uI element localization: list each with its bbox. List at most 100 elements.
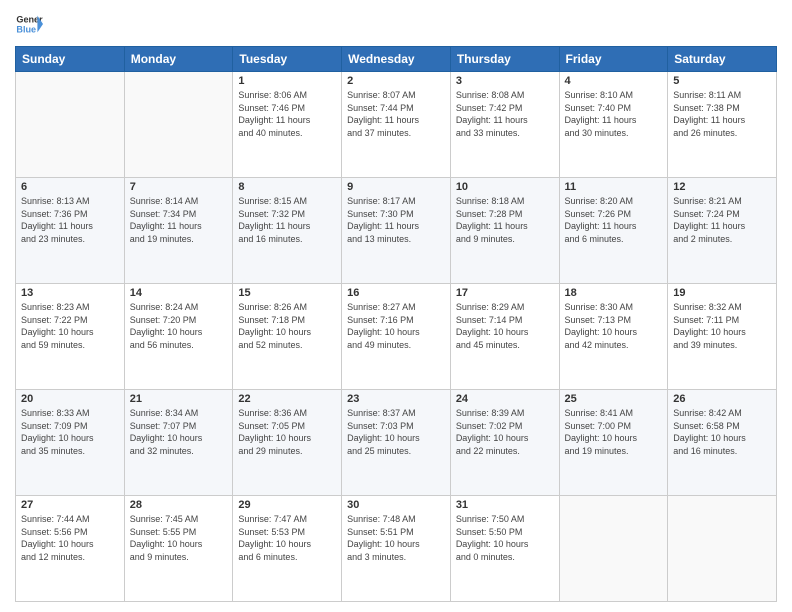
header-day-sunday: Sunday: [16, 47, 125, 72]
day-number: 30: [347, 499, 445, 511]
calendar-cell: 18 Sunrise: 8:30 AM Sunset: 7:13 PM Dayli…: [559, 284, 668, 390]
calendar-cell: [16, 72, 125, 178]
day-info: Sunrise: 8:07 AM Sunset: 7:44 PM Dayligh…: [347, 89, 445, 139]
day-info: Sunrise: 8:17 AM Sunset: 7:30 PM Dayligh…: [347, 195, 445, 245]
day-info: Sunrise: 8:33 AM Sunset: 7:09 PM Dayligh…: [21, 407, 119, 457]
header-day-friday: Friday: [559, 47, 668, 72]
header-day-wednesday: Wednesday: [342, 47, 451, 72]
calendar-cell: 8 Sunrise: 8:15 AM Sunset: 7:32 PM Daylig…: [233, 178, 342, 284]
calendar-cell: 27 Sunrise: 7:44 AM Sunset: 5:56 PM Dayli…: [16, 496, 125, 602]
day-number: 14: [130, 287, 228, 299]
day-number: 24: [456, 393, 554, 405]
day-number: 25: [565, 393, 663, 405]
calendar-cell: [668, 496, 777, 602]
day-number: 19: [673, 287, 771, 299]
calendar-cell: 21 Sunrise: 8:34 AM Sunset: 7:07 PM Dayli…: [124, 390, 233, 496]
calendar-cell: 22Sunrise: 8:36 AM Sunset: 7:05 PM Dayli…: [233, 390, 342, 496]
day-number: 6: [21, 181, 119, 193]
day-number: 22: [238, 393, 336, 405]
calendar-cell: [124, 72, 233, 178]
day-info: Sunrise: 8:08 AM Sunset: 7:42 PM Dayligh…: [456, 89, 554, 139]
day-info: Sunrise: 8:15 AM Sunset: 7:32 PM Dayligh…: [238, 195, 336, 245]
day-number: 9: [347, 181, 445, 193]
day-number: 4: [565, 75, 663, 87]
day-info: Sunrise: 8:29 AM Sunset: 7:14 PM Dayligh…: [456, 301, 554, 351]
day-number: 12: [673, 181, 771, 193]
day-number: 15: [238, 287, 336, 299]
calendar-cell: 20 Sunrise: 8:33 AM Sunset: 7:09 PM Dayli…: [16, 390, 125, 496]
logo: General Blue: [15, 10, 43, 38]
day-number: 11: [565, 181, 663, 193]
day-number: 3: [456, 75, 554, 87]
calendar-cell: 6 Sunrise: 8:13 AM Sunset: 7:36 PM Daylig…: [16, 178, 125, 284]
calendar-cell: 28 Sunrise: 7:45 AM Sunset: 5:55 PM Dayli…: [124, 496, 233, 602]
calendar-cell: 13 Sunrise: 8:23 AM Sunset: 7:22 PM Dayli…: [16, 284, 125, 390]
day-info: Sunrise: 8:13 AM Sunset: 7:36 PM Dayligh…: [21, 195, 119, 245]
day-info: Sunrise: 8:30 AM Sunset: 7:13 PM Dayligh…: [565, 301, 663, 351]
calendar-cell: 26 Sunrise: 8:42 AM Sunset: 6:58 PM Dayli…: [668, 390, 777, 496]
day-number: 10: [456, 181, 554, 193]
calendar-cell: 14 Sunrise: 8:24 AM Sunset: 7:20 PM Dayli…: [124, 284, 233, 390]
day-info: Sunrise: 8:34 AM Sunset: 7:07 PM Dayligh…: [130, 407, 228, 457]
day-number: 16: [347, 287, 445, 299]
day-info: Sunrise: 8:20 AM Sunset: 7:26 PM Dayligh…: [565, 195, 663, 245]
day-info: Sunrise: 8:23 AM Sunset: 7:22 PM Dayligh…: [21, 301, 119, 351]
day-number: 1: [238, 75, 336, 87]
calendar-cell: 16 Sunrise: 8:27 AM Sunset: 7:16 PM Dayli…: [342, 284, 451, 390]
calendar-cell: 31Sunrise: 7:50 AM Sunset: 5:50 PM Dayli…: [450, 496, 559, 602]
calendar-cell: 10 Sunrise: 8:18 AM Sunset: 7:28 PM Dayli…: [450, 178, 559, 284]
day-info: Sunrise: 8:21 AM Sunset: 7:24 PM Dayligh…: [673, 195, 771, 245]
calendar-cell: 5 Sunrise: 8:11 AM Sunset: 7:38 PM Daylig…: [668, 72, 777, 178]
svg-text:Blue: Blue: [16, 24, 36, 34]
day-info: Sunrise: 8:27 AM Sunset: 7:16 PM Dayligh…: [347, 301, 445, 351]
calendar-cell: 2 Sunrise: 8:07 AM Sunset: 7:44 PM Daylig…: [342, 72, 451, 178]
day-number: 27: [21, 499, 119, 511]
calendar-cell: 15 Sunrise: 8:26 AM Sunset: 7:18 PM Dayli…: [233, 284, 342, 390]
day-number: 8: [238, 181, 336, 193]
header-day-saturday: Saturday: [668, 47, 777, 72]
day-number: 26: [673, 393, 771, 405]
day-info: Sunrise: 7:45 AM Sunset: 5:55 PM Dayligh…: [130, 513, 228, 563]
calendar-cell: 30Sunrise: 7:48 AM Sunset: 5:51 PM Dayli…: [342, 496, 451, 602]
calendar-cell: 4 Sunrise: 8:10 AM Sunset: 7:40 PM Daylig…: [559, 72, 668, 178]
header-day-thursday: Thursday: [450, 47, 559, 72]
day-info: Sunrise: 8:39 AM Sunset: 7:02 PM Dayligh…: [456, 407, 554, 457]
calendar-cell: 17 Sunrise: 8:29 AM Sunset: 7:14 PM Dayli…: [450, 284, 559, 390]
day-info: Sunrise: 8:11 AM Sunset: 7:38 PM Dayligh…: [673, 89, 771, 139]
day-info: Sunrise: 8:32 AM Sunset: 7:11 PM Dayligh…: [673, 301, 771, 351]
day-number: 20: [21, 393, 119, 405]
day-number: 13: [21, 287, 119, 299]
day-info: Sunrise: 8:10 AM Sunset: 7:40 PM Dayligh…: [565, 89, 663, 139]
day-info: Sunrise: 8:26 AM Sunset: 7:18 PM Dayligh…: [238, 301, 336, 351]
day-info: Sunrise: 7:50 AM Sunset: 5:50 PM Dayligh…: [456, 513, 554, 563]
day-number: 17: [456, 287, 554, 299]
day-number: 18: [565, 287, 663, 299]
calendar: SundayMondayTuesdayWednesdayThursdayFrid…: [15, 46, 777, 602]
day-info: Sunrise: 8:42 AM Sunset: 6:58 PM Dayligh…: [673, 407, 771, 457]
day-info: Sunrise: 7:47 AM Sunset: 5:53 PM Dayligh…: [238, 513, 336, 563]
calendar-cell: 7 Sunrise: 8:14 AM Sunset: 7:34 PM Daylig…: [124, 178, 233, 284]
day-info: Sunrise: 8:41 AM Sunset: 7:00 PM Dayligh…: [565, 407, 663, 457]
calendar-cell: 12 Sunrise: 8:21 AM Sunset: 7:24 PM Dayli…: [668, 178, 777, 284]
day-info: Sunrise: 7:44 AM Sunset: 5:56 PM Dayligh…: [21, 513, 119, 563]
day-info: Sunrise: 8:37 AM Sunset: 7:03 PM Dayligh…: [347, 407, 445, 457]
day-number: 21: [130, 393, 228, 405]
day-info: Sunrise: 8:14 AM Sunset: 7:34 PM Dayligh…: [130, 195, 228, 245]
day-number: 7: [130, 181, 228, 193]
day-number: 2: [347, 75, 445, 87]
calendar-cell: 24 Sunrise: 8:39 AM Sunset: 7:02 PM Dayli…: [450, 390, 559, 496]
calendar-cell: 11 Sunrise: 8:20 AM Sunset: 7:26 PM Dayli…: [559, 178, 668, 284]
header-day-monday: Monday: [124, 47, 233, 72]
calendar-cell: [559, 496, 668, 602]
day-info: Sunrise: 8:24 AM Sunset: 7:20 PM Dayligh…: [130, 301, 228, 351]
calendar-cell: 3 Sunrise: 8:08 AM Sunset: 7:42 PM Daylig…: [450, 72, 559, 178]
day-number: 28: [130, 499, 228, 511]
day-number: 29: [238, 499, 336, 511]
calendar-cell: 29 Sunrise: 7:47 AM Sunset: 5:53 PM Dayli…: [233, 496, 342, 602]
day-info: Sunrise: 8:18 AM Sunset: 7:28 PM Dayligh…: [456, 195, 554, 245]
header-day-tuesday: Tuesday: [233, 47, 342, 72]
day-info: Sunrise: 8:06 AM Sunset: 7:46 PM Dayligh…: [238, 89, 336, 139]
calendar-cell: 19 Sunrise: 8:32 AM Sunset: 7:11 PM Dayli…: [668, 284, 777, 390]
calendar-cell: 1 Sunrise: 8:06 AM Sunset: 7:46 PM Daylig…: [233, 72, 342, 178]
day-number: 5: [673, 75, 771, 87]
